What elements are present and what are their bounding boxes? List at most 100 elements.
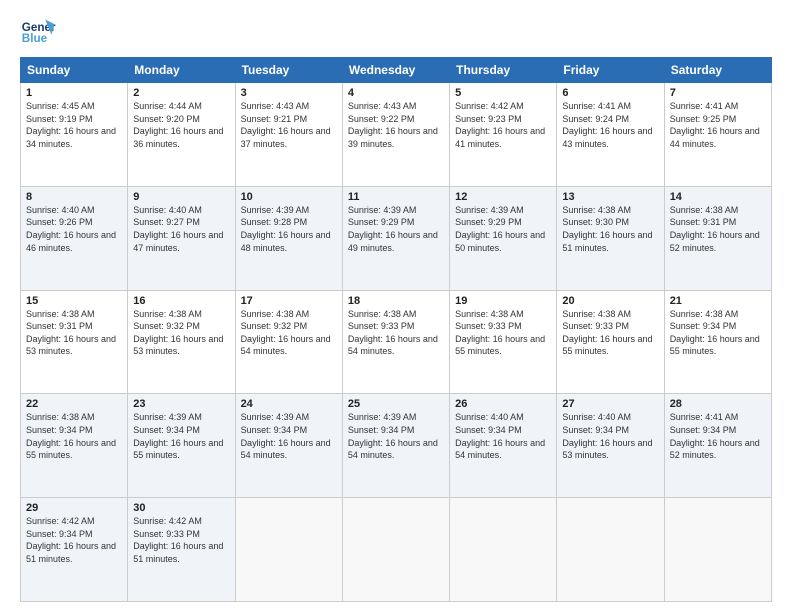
calendar-cell: 26Sunrise: 4:40 AMSunset: 9:34 PMDayligh… (450, 394, 557, 498)
weekday-header-friday: Friday (557, 58, 664, 83)
day-number: 2 (133, 87, 229, 99)
day-info: Sunrise: 4:38 AMSunset: 9:34 PMDaylight:… (26, 411, 122, 461)
calendar-cell (342, 498, 449, 602)
day-info: Sunrise: 4:38 AMSunset: 9:31 PMDaylight:… (670, 204, 766, 254)
day-number: 13 (562, 191, 658, 203)
header: General Blue (20, 15, 772, 51)
day-info: Sunrise: 4:39 AMSunset: 9:28 PMDaylight:… (241, 204, 337, 254)
day-info: Sunrise: 4:39 AMSunset: 9:29 PMDaylight:… (455, 204, 551, 254)
calendar-cell (450, 498, 557, 602)
calendar-cell: 16Sunrise: 4:38 AMSunset: 9:32 PMDayligh… (128, 290, 235, 394)
day-info: Sunrise: 4:40 AMSunset: 9:34 PMDaylight:… (562, 411, 658, 461)
calendar-cell (235, 498, 342, 602)
day-number: 30 (133, 502, 229, 514)
day-info: Sunrise: 4:45 AMSunset: 9:19 PMDaylight:… (26, 100, 122, 150)
day-info: Sunrise: 4:38 AMSunset: 9:33 PMDaylight:… (455, 308, 551, 358)
calendar-cell: 11Sunrise: 4:39 AMSunset: 9:29 PMDayligh… (342, 186, 449, 290)
day-info: Sunrise: 4:39 AMSunset: 9:34 PMDaylight:… (133, 411, 229, 461)
calendar-cell: 20Sunrise: 4:38 AMSunset: 9:33 PMDayligh… (557, 290, 664, 394)
calendar-cell: 19Sunrise: 4:38 AMSunset: 9:33 PMDayligh… (450, 290, 557, 394)
day-info: Sunrise: 4:40 AMSunset: 9:26 PMDaylight:… (26, 204, 122, 254)
day-info: Sunrise: 4:39 AMSunset: 9:34 PMDaylight:… (348, 411, 444, 461)
day-info: Sunrise: 4:38 AMSunset: 9:33 PMDaylight:… (562, 308, 658, 358)
calendar-cell: 7Sunrise: 4:41 AMSunset: 9:25 PMDaylight… (664, 83, 771, 187)
day-number: 6 (562, 87, 658, 99)
weekday-header-saturday: Saturday (664, 58, 771, 83)
calendar-cell: 10Sunrise: 4:39 AMSunset: 9:28 PMDayligh… (235, 186, 342, 290)
calendar-cell: 25Sunrise: 4:39 AMSunset: 9:34 PMDayligh… (342, 394, 449, 498)
weekday-header-thursday: Thursday (450, 58, 557, 83)
calendar-cell: 27Sunrise: 4:40 AMSunset: 9:34 PMDayligh… (557, 394, 664, 498)
day-info: Sunrise: 4:43 AMSunset: 9:21 PMDaylight:… (241, 100, 337, 150)
calendar-cell: 1Sunrise: 4:45 AMSunset: 9:19 PMDaylight… (21, 83, 128, 187)
day-number: 1 (26, 87, 122, 99)
calendar-cell: 2Sunrise: 4:44 AMSunset: 9:20 PMDaylight… (128, 83, 235, 187)
day-info: Sunrise: 4:38 AMSunset: 9:34 PMDaylight:… (670, 308, 766, 358)
day-number: 12 (455, 191, 551, 203)
calendar-cell: 29Sunrise: 4:42 AMSunset: 9:34 PMDayligh… (21, 498, 128, 602)
day-number: 11 (348, 191, 444, 203)
day-number: 27 (562, 398, 658, 410)
day-info: Sunrise: 4:42 AMSunset: 9:33 PMDaylight:… (133, 515, 229, 565)
calendar-table: SundayMondayTuesdayWednesdayThursdayFrid… (20, 57, 772, 602)
calendar-cell: 30Sunrise: 4:42 AMSunset: 9:33 PMDayligh… (128, 498, 235, 602)
day-info: Sunrise: 4:43 AMSunset: 9:22 PMDaylight:… (348, 100, 444, 150)
day-info: Sunrise: 4:40 AMSunset: 9:27 PMDaylight:… (133, 204, 229, 254)
day-number: 8 (26, 191, 122, 203)
day-info: Sunrise: 4:44 AMSunset: 9:20 PMDaylight:… (133, 100, 229, 150)
calendar-page: General Blue SundayMondayTuesdayWednesda… (0, 0, 792, 612)
day-info: Sunrise: 4:41 AMSunset: 9:24 PMDaylight:… (562, 100, 658, 150)
week-row-1: 1Sunrise: 4:45 AMSunset: 9:19 PMDaylight… (21, 83, 772, 187)
day-number: 20 (562, 295, 658, 307)
day-number: 21 (670, 295, 766, 307)
day-info: Sunrise: 4:39 AMSunset: 9:34 PMDaylight:… (241, 411, 337, 461)
day-number: 3 (241, 87, 337, 99)
weekday-header-wednesday: Wednesday (342, 58, 449, 83)
calendar-cell: 5Sunrise: 4:42 AMSunset: 9:23 PMDaylight… (450, 83, 557, 187)
week-row-5: 29Sunrise: 4:42 AMSunset: 9:34 PMDayligh… (21, 498, 772, 602)
calendar-cell: 8Sunrise: 4:40 AMSunset: 9:26 PMDaylight… (21, 186, 128, 290)
day-number: 4 (348, 87, 444, 99)
day-number: 5 (455, 87, 551, 99)
day-info: Sunrise: 4:42 AMSunset: 9:23 PMDaylight:… (455, 100, 551, 150)
calendar-cell: 4Sunrise: 4:43 AMSunset: 9:22 PMDaylight… (342, 83, 449, 187)
day-number: 15 (26, 295, 122, 307)
day-number: 19 (455, 295, 551, 307)
day-number: 28 (670, 398, 766, 410)
day-number: 9 (133, 191, 229, 203)
weekday-header-tuesday: Tuesday (235, 58, 342, 83)
week-row-2: 8Sunrise: 4:40 AMSunset: 9:26 PMDaylight… (21, 186, 772, 290)
calendar-cell: 15Sunrise: 4:38 AMSunset: 9:31 PMDayligh… (21, 290, 128, 394)
day-number: 14 (670, 191, 766, 203)
calendar-cell: 21Sunrise: 4:38 AMSunset: 9:34 PMDayligh… (664, 290, 771, 394)
day-number: 10 (241, 191, 337, 203)
calendar-cell: 18Sunrise: 4:38 AMSunset: 9:33 PMDayligh… (342, 290, 449, 394)
logo-icon: General Blue (20, 15, 56, 51)
calendar-cell: 6Sunrise: 4:41 AMSunset: 9:24 PMDaylight… (557, 83, 664, 187)
calendar-cell: 22Sunrise: 4:38 AMSunset: 9:34 PMDayligh… (21, 394, 128, 498)
day-number: 24 (241, 398, 337, 410)
day-info: Sunrise: 4:39 AMSunset: 9:29 PMDaylight:… (348, 204, 444, 254)
day-number: 22 (26, 398, 122, 410)
calendar-cell: 12Sunrise: 4:39 AMSunset: 9:29 PMDayligh… (450, 186, 557, 290)
day-number: 16 (133, 295, 229, 307)
day-info: Sunrise: 4:38 AMSunset: 9:33 PMDaylight:… (348, 308, 444, 358)
day-number: 26 (455, 398, 551, 410)
day-number: 23 (133, 398, 229, 410)
day-number: 25 (348, 398, 444, 410)
logo: General Blue (20, 15, 56, 51)
day-info: Sunrise: 4:42 AMSunset: 9:34 PMDaylight:… (26, 515, 122, 565)
calendar-cell: 14Sunrise: 4:38 AMSunset: 9:31 PMDayligh… (664, 186, 771, 290)
day-info: Sunrise: 4:41 AMSunset: 9:25 PMDaylight:… (670, 100, 766, 150)
calendar-cell: 17Sunrise: 4:38 AMSunset: 9:32 PMDayligh… (235, 290, 342, 394)
calendar-cell (664, 498, 771, 602)
day-number: 17 (241, 295, 337, 307)
calendar-cell: 28Sunrise: 4:41 AMSunset: 9:34 PMDayligh… (664, 394, 771, 498)
calendar-cell: 13Sunrise: 4:38 AMSunset: 9:30 PMDayligh… (557, 186, 664, 290)
day-number: 7 (670, 87, 766, 99)
week-row-3: 15Sunrise: 4:38 AMSunset: 9:31 PMDayligh… (21, 290, 772, 394)
day-info: Sunrise: 4:40 AMSunset: 9:34 PMDaylight:… (455, 411, 551, 461)
weekday-header-row: SundayMondayTuesdayWednesdayThursdayFrid… (21, 58, 772, 83)
calendar-cell (557, 498, 664, 602)
calendar-cell: 9Sunrise: 4:40 AMSunset: 9:27 PMDaylight… (128, 186, 235, 290)
